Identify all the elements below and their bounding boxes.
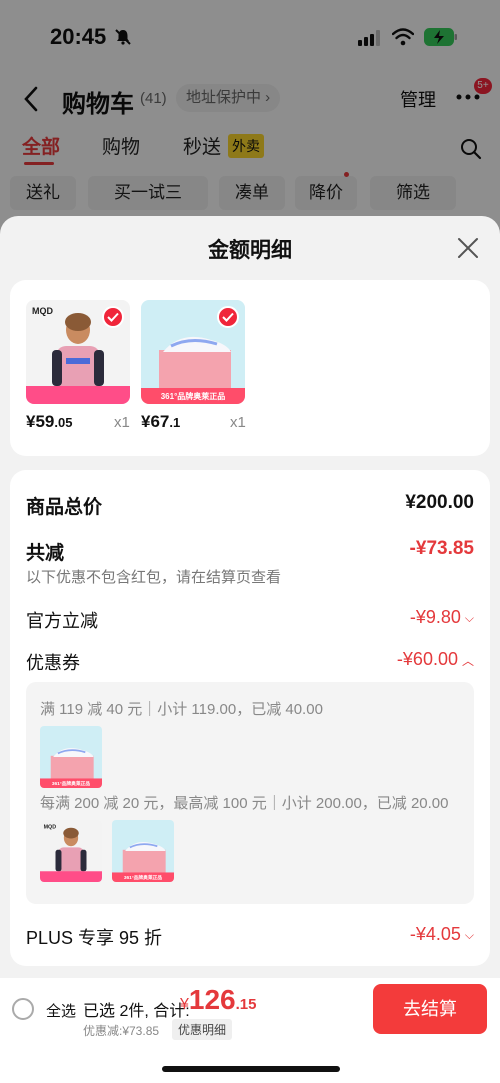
sneakers-image: 361°品牌奥莱正品	[112, 820, 174, 882]
official-discount-label: 官方立减	[26, 611, 98, 631]
coupon-product-thumb: 361°品牌奥莱正品	[112, 820, 174, 882]
coupon-row[interactable]: -¥60.00 ︿	[397, 649, 474, 670]
checkout-bar: 全选 已选 2件, 合计: ¥126.15 优惠减:¥73.85 优惠明细 去结…	[0, 978, 500, 1083]
checkout-button[interactable]: 去结算	[373, 984, 487, 1034]
coupon-rule-1: 满 119 减 40 元｜小计 119.00，已减 40.00	[40, 701, 323, 718]
product-thumb-sneakers[interactable]: 361°品牌奥莱正品	[141, 300, 245, 404]
total-discount-value: -¥73.85	[409, 538, 474, 559]
amount-detail-sheet: 金额明细 MQD 361°品牌奥莱正品 ¥59.05 x1 ¥67.1 x1 商…	[0, 216, 500, 1083]
total-discount-label: 共减	[26, 543, 65, 564]
plus-discount-row[interactable]: -¥4.05 ⌵	[410, 924, 474, 945]
goods-total-label: 商品总价	[26, 497, 103, 518]
selected-check-icon[interactable]	[102, 306, 124, 328]
price-decimal: .1	[169, 415, 181, 430]
coupon-product-thumb: 361°品牌奥莱正品	[40, 726, 102, 788]
product-qty: x1	[230, 414, 246, 431]
discount-summary: 优惠减:¥73.85	[83, 1024, 160, 1038]
close-icon[interactable]	[456, 236, 480, 260]
product-price: ¥67.1	[141, 412, 180, 432]
sneakers-image: 361°品牌奥莱正品	[40, 726, 102, 788]
price-decimal: .05	[54, 415, 73, 430]
chevron-down-icon: ⌵	[464, 610, 474, 625]
amount-detail-card: 商品总价 ¥200.00 共减 -¥73.85 以下优惠不包含红包，请在结算页查…	[10, 470, 490, 966]
selected-count-label: 已选 2件, 合计:	[83, 1003, 190, 1020]
product-brand: MQD	[32, 306, 53, 316]
product-brand: 361°品牌奥莱正品	[161, 391, 226, 401]
select-all-checkbox[interactable]	[12, 998, 34, 1020]
chevron-up-icon: ︿	[461, 653, 474, 668]
goods-total-value: ¥200.00	[405, 492, 474, 513]
product-brand: MQD	[44, 824, 57, 830]
coupon-product-thumb: MQD	[40, 820, 102, 882]
price-integer: ¥59	[26, 412, 55, 431]
discount-note: 以下优惠不包含红包，请在结算页查看	[26, 569, 282, 586]
home-indicator	[162, 1066, 340, 1072]
select-all-label[interactable]: 全选	[46, 1000, 76, 1021]
sheet-title: 金额明细	[208, 239, 292, 262]
official-discount-value: -¥9.80	[409, 607, 461, 627]
selected-check-icon[interactable]	[217, 306, 239, 328]
kids-sweatshirt-image: MQD	[40, 820, 102, 882]
coupon-detail-box: 满 119 减 40 元｜小计 119.00，已减 40.00 361°品牌奥莱…	[26, 682, 474, 904]
total-currency: ¥	[180, 996, 189, 1013]
total-decimal: .15	[235, 996, 257, 1013]
coupon-rule-2: 每满 200 减 20 元，最高减 100 元｜小计 200.00，已减 20.…	[40, 795, 449, 812]
chevron-down-icon: ⌵	[464, 927, 474, 942]
plus-discount-label: PLUS 专享 95 折	[26, 928, 163, 948]
discount-detail-link[interactable]: 优惠明细	[172, 1019, 233, 1040]
official-discount-row[interactable]: -¥9.80 ⌵	[410, 607, 474, 628]
coupon-value: -¥60.00	[396, 649, 458, 669]
product-price: ¥59.05	[26, 412, 72, 432]
total-price: ¥126.15	[180, 984, 256, 1016]
total-integer: 126	[188, 984, 236, 1015]
coupon-label: 优惠券	[26, 653, 80, 673]
product-thumb-sweatshirt[interactable]: MQD	[26, 300, 130, 404]
plus-discount-value: -¥4.05	[409, 924, 461, 944]
price-integer: ¥67	[141, 412, 170, 431]
selected-products-card: MQD 361°品牌奥莱正品 ¥59.05 x1 ¥67.1 x1	[10, 280, 490, 456]
product-qty: x1	[114, 414, 130, 431]
